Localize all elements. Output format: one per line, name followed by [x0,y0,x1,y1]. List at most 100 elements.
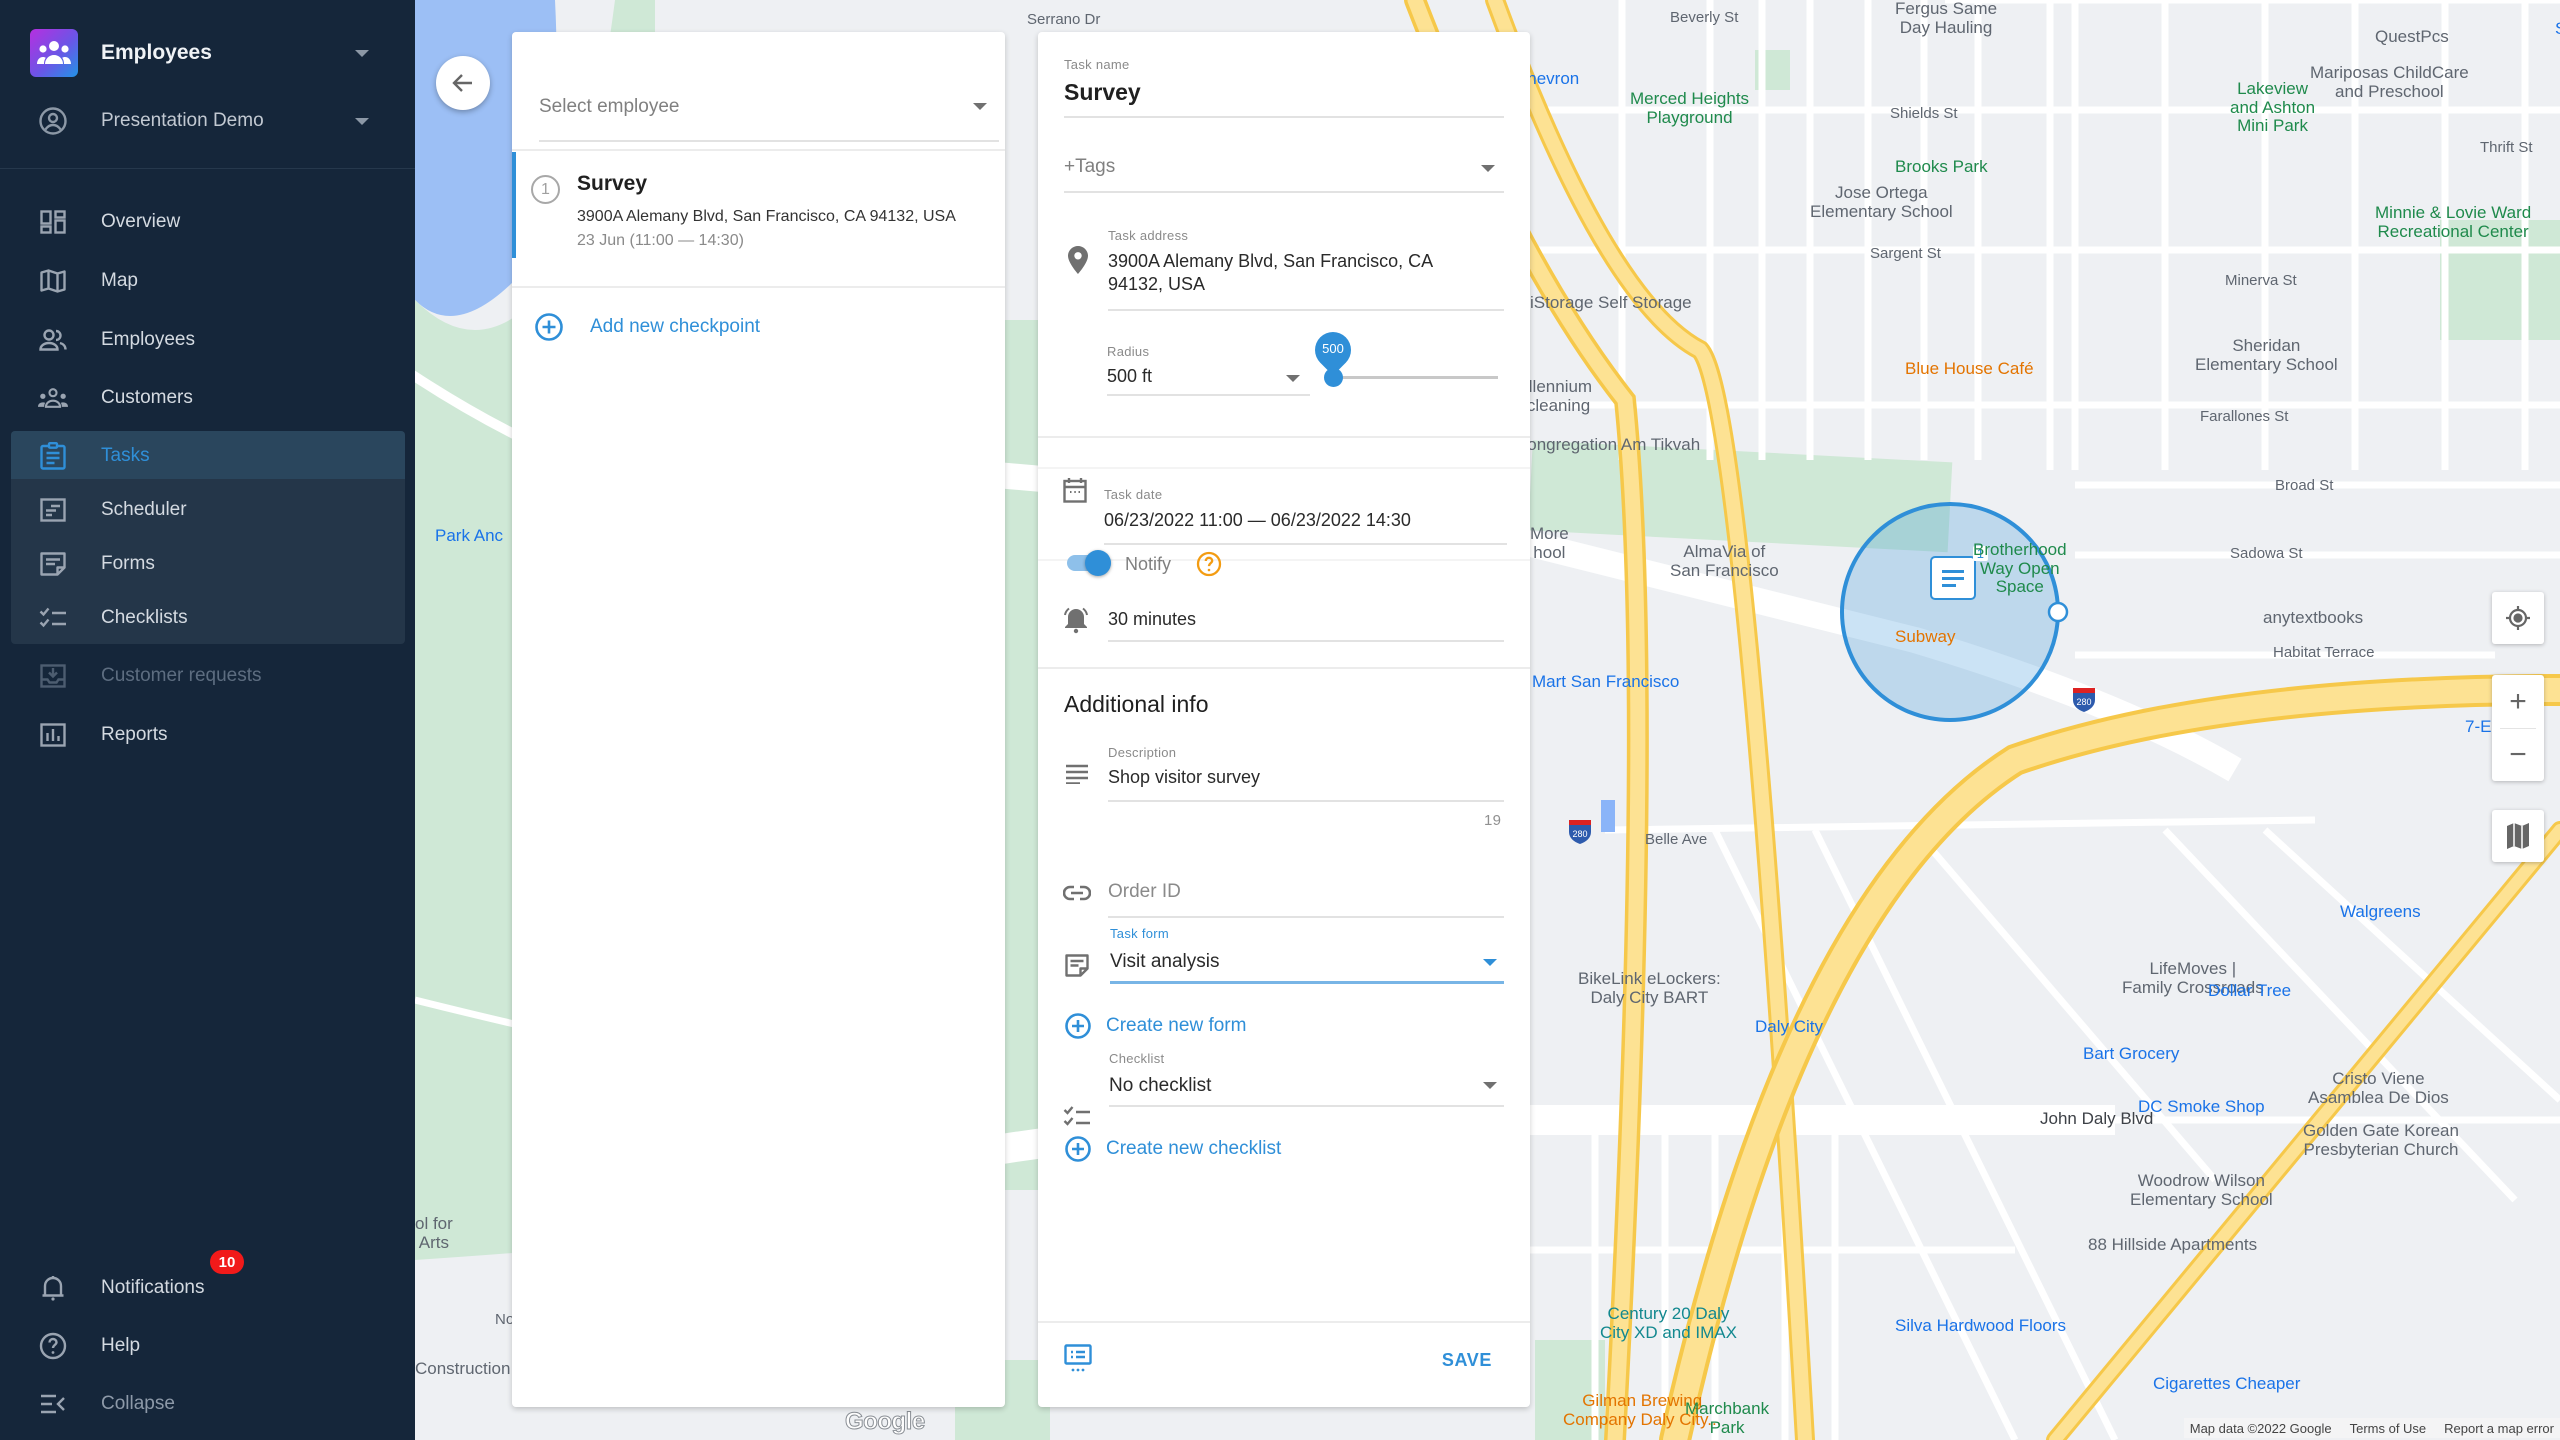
task-form-label: Task form [1110,926,1170,941]
sidebar-item-employees[interactable]: Employees [0,314,415,366]
slider-rail [1333,376,1498,379]
calendar-icon [1061,476,1089,504]
sidebar-item-customers[interactable]: Customers [0,372,415,424]
collapse-menu-icon [38,1389,68,1419]
sidebar-item-checklists[interactable]: Checklists [0,592,415,644]
zoom-out-button[interactable]: − [2492,729,2544,781]
notify-toggle[interactable] [1065,548,1113,576]
task-marker-icon-line [1942,576,1964,580]
terms-of-use-link[interactable]: Terms of Use [2350,1421,2427,1436]
map-label: Brooks Park [1895,157,1988,176]
map-label: 88 Hillside Apartments [2088,1235,2258,1254]
sidebar-item-label: Tasks [101,445,150,466]
task-date-label: Task date [1104,487,1163,502]
map-label: Park Anc [435,526,504,545]
field-underline [1108,800,1504,802]
map-label: illennium cleaning [1525,377,1593,415]
notification-count-badge: 10 [210,1250,244,1274]
task-form-value: Visit analysis [1110,951,1220,972]
description-lines-icon [1063,760,1091,788]
toggle-knob [1085,550,1111,576]
add-checkpoint-label: Add new checkpoint [590,316,761,337]
task-address-input[interactable]: 3900A Alemany Blvd, San Francisco, CA 94… [1108,250,1488,296]
sidebar-item-notifications[interactable]: Notifications 10 [0,1250,415,1314]
map-label: Construction [415,1359,511,1378]
account-name: Presentation Demo [101,110,264,131]
sidebar-item-forms[interactable]: Forms [0,538,415,590]
description-input[interactable]: Shop visitor survey [1108,767,1260,788]
arrow-left-icon [452,74,472,92]
sidebar-item-label: Employees [101,329,195,350]
alarm-bell-icon [1062,606,1090,634]
map-label: Golden Gate Korean Presbyterian Church [2303,1121,2459,1159]
task-editor-panel: Task name Survey +Tags Task address 3900… [1038,32,1530,1407]
sidebar-item-overview[interactable]: Overview [0,196,415,248]
zoom-in-button[interactable]: + [2492,676,2544,728]
map-label: Cristo Viene Asamblea De Dios [2308,1069,2449,1107]
checkpoint-time: 23 Jun (11:00 — 14:30) [577,232,744,249]
employee-select[interactable]: Select employee [539,72,999,142]
chevron-down-icon [1286,375,1300,382]
my-location-button[interactable] [2492,592,2544,644]
divider [1038,436,1530,438]
geofence-circle [1840,502,2060,722]
report-map-error-link[interactable]: Report a map error [2444,1421,2554,1436]
groups-icon [38,383,68,413]
radius-slider[interactable]: 500 [1307,324,1508,392]
sidebar-item-help[interactable]: Help [0,1320,415,1372]
map-label: Habitat Terrace [2273,644,2375,661]
task-name-input[interactable]: Survey [1064,79,1141,106]
checkpoint-title: Survey [577,172,648,195]
map-label: Shields St [1890,105,1958,122]
field-underline [1104,543,1507,545]
create-checklist-button[interactable]: Create new checklist [1064,1135,1281,1163]
slider-thumb[interactable] [1324,368,1343,387]
description-label: Description [1108,745,1177,760]
app-switcher[interactable]: Employees [0,22,415,84]
divider [1038,1321,1530,1323]
map-label: Sadowa St [2230,545,2303,562]
help-circle-icon[interactable] [1195,550,1223,578]
map-label: BikeLink eLockers: Daly City BART [1578,969,1721,1007]
sidebar-item-tasks[interactable]: Tasks [0,430,415,482]
inbox-download-icon [38,661,68,691]
sidebar-item-map[interactable]: Map [0,255,415,307]
help-circle-icon [38,1331,68,1361]
map-layers-icon [2507,823,2529,849]
map-label: Jose Ortega Elementary School [1810,183,1953,221]
add-checkpoint-button[interactable]: Add new checkpoint [534,312,760,342]
sidebar-item-label: Notifications [101,1277,205,1298]
map-label: Congregation Am Tikvah [1515,435,1701,454]
sidebar-divider [0,168,415,169]
custom-fields-icon[interactable] [1063,1343,1093,1375]
checklist-label: Checklist [1109,1051,1165,1066]
map-label: QuestPcs [2375,27,2449,46]
sidebar-item-reports[interactable]: Reports [0,709,415,761]
create-form-button[interactable]: Create new form [1064,1012,1246,1040]
notify-label: Notify [1125,554,1172,574]
map-label: John Daly Blvd [2040,1109,2154,1128]
chevron-down-icon [355,49,369,57]
map-label: Woodrow Wilson Elementary School [2130,1171,2273,1209]
sidebar-item-collapse[interactable]: Collapse [0,1378,415,1430]
chevron-down-icon [1481,165,1495,172]
field-underline [1108,640,1504,642]
back-button[interactable] [436,56,490,110]
checkpoint-item[interactable]: 1 Survey 3900A Alemany Blvd, San Francis… [512,152,1005,258]
sidebar-item-label: Map [101,270,138,291]
sidebar-item-customer-requests[interactable]: Customer requests [0,650,415,702]
chevron-down-icon [1483,1082,1497,1089]
map-label: Bart Grocery [2083,1044,2180,1063]
account-switcher[interactable]: Presentation Demo [0,95,415,147]
task-date-value[interactable]: 06/23/2022 11:00 — 06/23/2022 14:30 [1104,510,1411,531]
map-label: Sargent St [1870,245,1941,262]
bell-icon [38,1273,68,1303]
sidebar-item-label: Forms [101,553,155,574]
map-type-button[interactable] [2492,810,2544,862]
task-marker[interactable]: 1 [1930,546,1988,600]
save-button[interactable]: SAVE [1442,1350,1492,1371]
sidebar-item-scheduler[interactable]: Scheduler [0,484,415,536]
app-logo-icon [30,29,78,77]
scheduler-icon [38,495,68,525]
map-label: Dollar Tree [2208,981,2292,1000]
